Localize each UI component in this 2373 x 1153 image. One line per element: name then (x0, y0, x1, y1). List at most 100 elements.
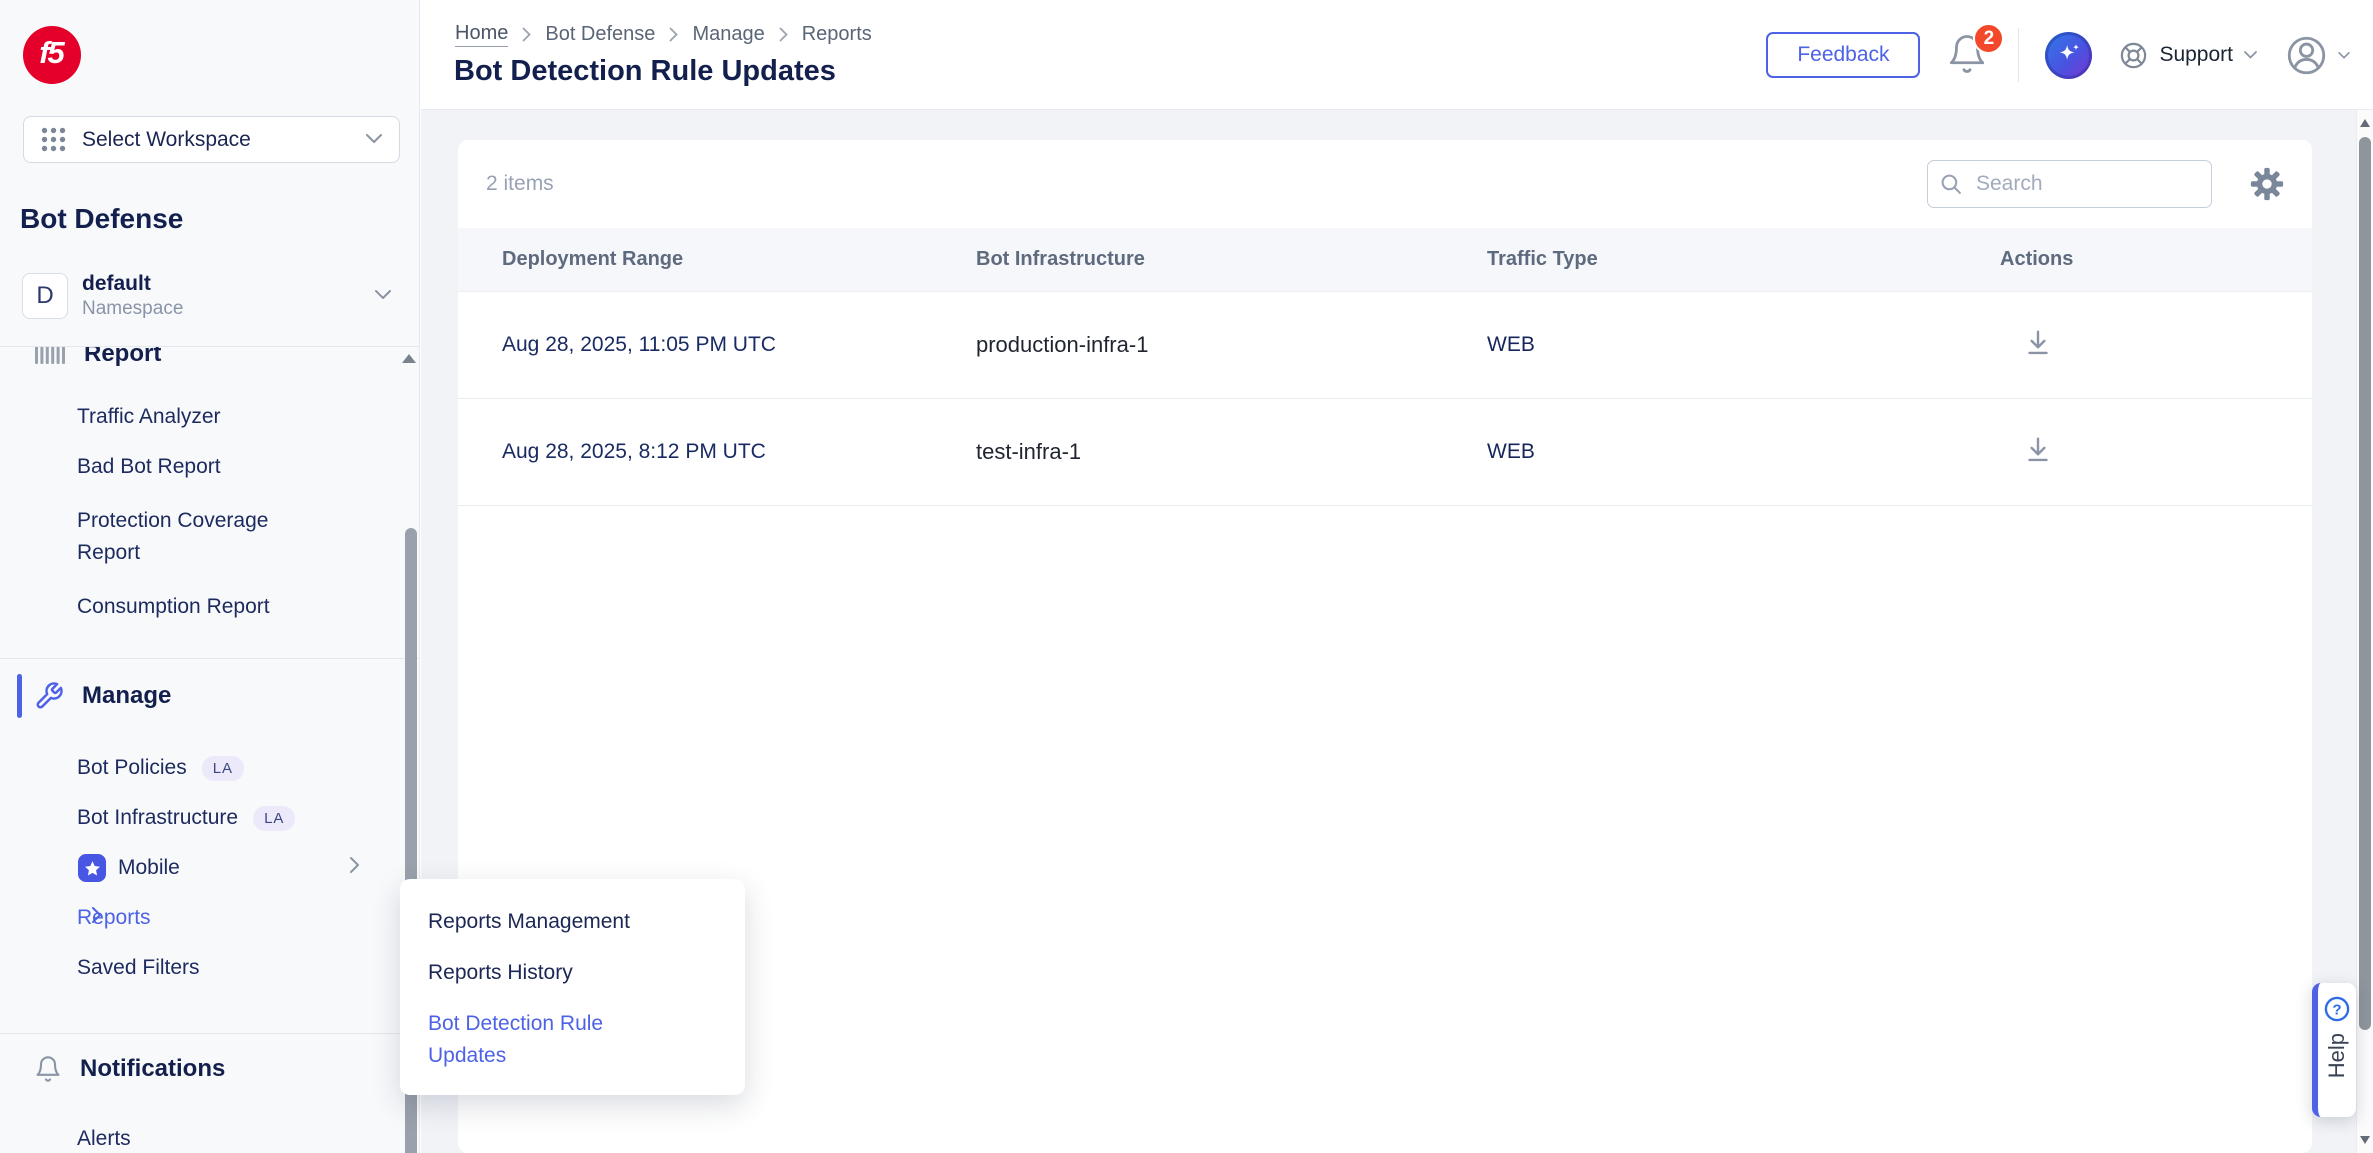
search-input[interactable] (1927, 160, 2212, 208)
f5-logo[interactable]: f5 (23, 26, 81, 84)
download-button[interactable] (2018, 326, 2058, 360)
column-header-deployment-range: Deployment Range (502, 248, 976, 271)
sidebar-item-label: Bot Policies (77, 756, 187, 780)
sidebar: f5 Select Workspace Bot Defense D defaul… (0, 0, 420, 1153)
f5-logo-text: f5 (39, 35, 63, 71)
table-toolbar: 2 items (458, 140, 2312, 228)
sidebar-item-reports[interactable]: Reports (0, 893, 420, 943)
submenu-item-reports-history[interactable]: Reports History (428, 957, 717, 989)
sidebar-item-saved-filters[interactable]: Saved Filters (0, 943, 420, 993)
page-scrollbar[interactable] (2356, 110, 2373, 1153)
la-badge: LA (202, 756, 244, 781)
sidebar-item-mobile[interactable]: Mobile (0, 843, 420, 893)
bell-icon (34, 1055, 62, 1083)
breadcrumb-home[interactable]: Home (455, 22, 508, 47)
sidebar-section-manage[interactable]: Manage (0, 659, 420, 733)
sidebar-item-label: Protection Coverage Report (77, 505, 297, 569)
life-buoy-icon (2118, 40, 2149, 71)
wrench-icon (34, 681, 64, 711)
notifications-button[interactable]: 2 (1946, 31, 1992, 79)
workspace-selector[interactable]: Select Workspace (23, 116, 400, 163)
search-icon (1940, 173, 1963, 196)
sidebar-item-protection-coverage-report[interactable]: Protection Coverage Report (0, 492, 297, 582)
breadcrumb: Home Bot Defense Manage Reports (455, 22, 872, 47)
sidebar-item-label: Bot Infrastructure (77, 806, 238, 830)
sparkle-icon (2054, 40, 2084, 70)
breadcrumb-chevron-icon (779, 27, 788, 42)
table-row: Aug 28, 2025, 8:12 PM UTC test-infra-1 W… (458, 399, 2312, 506)
download-button[interactable] (2018, 433, 2058, 467)
workspace-selector-label: Select Workspace (82, 128, 251, 152)
sidebar-item-label: Alerts (77, 1127, 131, 1151)
sidebar-item-alerts[interactable]: Alerts (0, 1114, 420, 1153)
cell-bot-infrastructure: test-infra-1 (976, 439, 1487, 465)
section-label: Report (84, 346, 161, 368)
help-tab[interactable]: ? Help (2312, 983, 2356, 1117)
search-box (1927, 160, 2212, 208)
sidebar-scroll-up-arrow[interactable] (402, 354, 416, 363)
page-scrollbar-thumb[interactable] (2359, 137, 2371, 1030)
ai-assistant-button[interactable] (2045, 32, 2092, 79)
cell-bot-infrastructure: production-infra-1 (976, 332, 1487, 358)
sidebar-item-label: Traffic Analyzer (77, 405, 221, 429)
top-header: Home Bot Defense Manage Reports Bot Dete… (421, 0, 2373, 110)
page-title: Bot Detection Rule Updates (454, 55, 836, 88)
sidebar-section-report[interactable]: Report (0, 346, 420, 382)
sidebar-item-consumption-report[interactable]: Consumption Report (0, 582, 420, 632)
download-icon (2021, 433, 2055, 467)
namespace-selector[interactable]: D default Namespace (0, 264, 420, 328)
active-section-indicator (17, 674, 22, 718)
section-label: Notifications (80, 1055, 225, 1083)
sidebar-item-label: Mobile (118, 856, 180, 880)
namespace-initial: D (22, 273, 68, 319)
header-controls: Feedback 2 (1766, 22, 2351, 88)
cell-traffic-type: WEB (1487, 440, 2000, 464)
chevron-down-icon (2243, 50, 2258, 60)
scroll-up-arrow[interactable] (2360, 119, 2370, 127)
submenu-item-reports-management[interactable]: Reports Management (428, 906, 717, 938)
section-label: Manage (82, 682, 171, 710)
namespace-name: default (82, 271, 183, 297)
app-root: f5 Select Workspace Bot Defense D defaul… (0, 0, 2373, 1153)
sidebar-item-label: Reports (77, 906, 151, 930)
help-label: Help (2324, 1033, 2350, 1078)
scroll-down-arrow[interactable] (2360, 1136, 2370, 1144)
column-header-traffic-type: Traffic Type (1487, 248, 2000, 271)
avatar-icon (2284, 33, 2329, 78)
svg-text:?: ? (2332, 1001, 2341, 1018)
bar-chart-icon (34, 346, 66, 366)
support-label: Support (2159, 43, 2233, 67)
breadcrumb-reports[interactable]: Reports (802, 23, 872, 46)
table-row: Aug 28, 2025, 11:05 PM UTC production-in… (458, 292, 2312, 399)
chevron-down-icon (374, 287, 392, 305)
support-menu[interactable]: Support (2118, 40, 2258, 71)
help-question-icon: ? (2323, 995, 2351, 1023)
cell-deployment-range: Aug 28, 2025, 11:05 PM UTC (502, 333, 976, 357)
breadcrumb-bot-defense[interactable]: Bot Defense (545, 23, 655, 46)
column-header-actions: Actions (2000, 248, 2312, 271)
grid-icon (40, 126, 67, 153)
items-count: 2 items (486, 172, 554, 196)
sidebar-item-label: Consumption Report (77, 595, 270, 619)
sidebar-item-bot-policies[interactable]: Bot Policies LA (0, 743, 420, 793)
sidebar-item-traffic-analyzer[interactable]: Traffic Analyzer (0, 392, 420, 442)
table-header-row: Deployment Range Bot Infrastructure Traf… (458, 228, 2312, 292)
breadcrumb-manage[interactable]: Manage (692, 23, 764, 46)
feedback-button[interactable]: Feedback (1766, 32, 1920, 78)
download-icon (2021, 326, 2055, 360)
cell-deployment-range: Aug 28, 2025, 8:12 PM UTC (502, 440, 976, 464)
account-menu[interactable] (2284, 33, 2351, 78)
sidebar-item-bad-bot-report[interactable]: Bad Bot Report (0, 442, 420, 492)
sidebar-nav: Report Traffic Analyzer Bad Bot Report P… (0, 346, 420, 1153)
sidebar-item-bot-infrastructure[interactable]: Bot Infrastructure LA (0, 793, 420, 843)
sidebar-item-label: Saved Filters (77, 956, 200, 980)
chevron-right-icon (91, 906, 102, 930)
product-title: Bot Defense (20, 203, 183, 235)
table-settings-button[interactable] (2250, 167, 2284, 201)
sidebar-section-notifications[interactable]: Notifications (0, 1034, 420, 1104)
notification-count-badge: 2 (1973, 23, 2004, 54)
column-header-bot-infrastructure: Bot Infrastructure (976, 248, 1487, 271)
namespace-type-label: Namespace (82, 297, 183, 321)
submenu-item-bot-detection-rule-updates[interactable]: Bot Detection Rule Updates (428, 1008, 628, 1072)
divider (2018, 28, 2019, 82)
